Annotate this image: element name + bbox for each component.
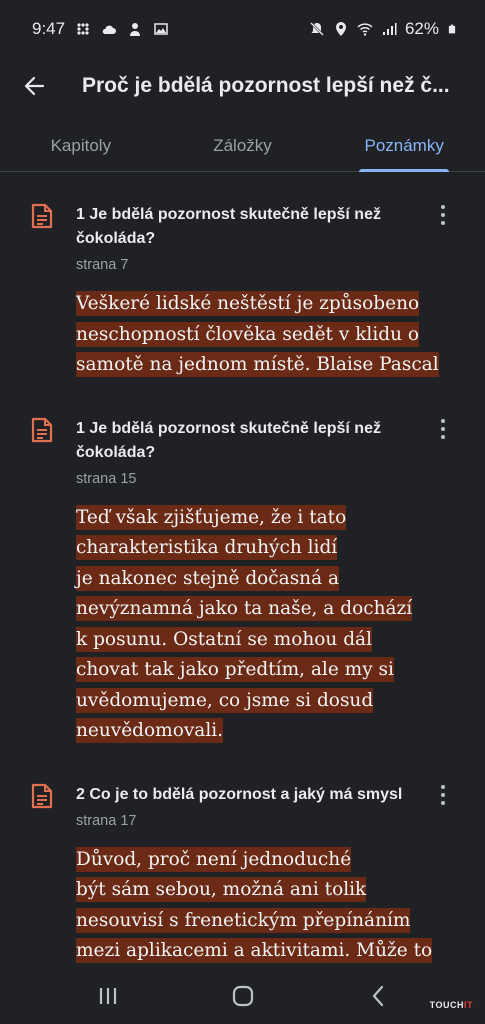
note-quote: Teď však zjišťujeme, že i tato charakter… — [76, 503, 465, 747]
quote-line: nevýznamná jako ta naše, a dochází — [76, 596, 413, 621]
battery-percent: 62% — [404, 19, 439, 38]
note-item[interactable]: 2 Co je to bdělá pozornost a jaký má smy… — [0, 747, 485, 967]
note-quote: Důvod, proč není jednoduché být sám sebo… — [76, 845, 465, 967]
note-item[interactable]: 1 Je bdělá pozornost skutečně lepší než … — [0, 381, 485, 747]
battery-icon — [448, 24, 456, 34]
note-item[interactable]: 1 Je bdělá pozornost skutečně lepší než … — [0, 173, 485, 381]
tab-notes[interactable]: Poznámky — [323, 120, 485, 172]
location-icon — [335, 22, 346, 36]
watermark-suffix: IT — [464, 1000, 473, 1010]
note-document-icon — [31, 417, 53, 442]
note-chapter: 1 Je bdělá pozornost skutečně lepší než … — [76, 206, 381, 247]
quote-line: neschopností člověka sedět v klidu o — [76, 321, 420, 347]
more-options-button[interactable] — [433, 417, 453, 441]
status-bar: 9:47 62% — [0, 0, 485, 58]
mute-icon — [310, 22, 324, 36]
note-document-icon — [31, 783, 53, 808]
note-chapter: 1 Je bdělá pozornost skutečně lepší než … — [76, 419, 381, 461]
note-page: strana 15 — [76, 470, 137, 487]
signal-icon — [382, 23, 397, 35]
person-icon — [130, 23, 141, 36]
tab-bar: Kapitoly Záložky Poznámky — [0, 120, 485, 172]
quote-line: být sám sebou, možná ani tolik — [76, 877, 367, 902]
image-icon — [154, 23, 168, 35]
quote-line: samotě na jednom místě. Blaise Pascal — [76, 352, 439, 377]
quote-line: Teď však zjišťujeme, že i tato — [76, 504, 347, 530]
status-time: 9:47 — [32, 19, 66, 38]
chevron-left-icon — [372, 985, 383, 1006]
home-button[interactable] — [213, 976, 273, 1016]
note-quote: Veškeré lidské neštěstí je způsobeno nes… — [76, 289, 465, 381]
grid-icon — [77, 23, 89, 35]
quote-line: charakteristika druhých lidí — [76, 535, 338, 560]
watermark-prefix: TOUCH — [429, 1000, 464, 1010]
status-left: 9:47 — [32, 19, 169, 39]
back-nav-button[interactable] — [348, 976, 408, 1016]
quote-line: nesouvisí s frenetickým přepínáním — [76, 907, 411, 933]
arrow-back-icon — [24, 76, 45, 96]
quote-line: neuvědomovali. — [76, 718, 224, 743]
note-header: 2 Co je to bdělá pozornost a jaký má smy… — [76, 783, 435, 831]
tab-chapters[interactable]: Kapitoly — [0, 120, 162, 171]
book-title: Proč je bdělá pozornost lepší než č... — [82, 74, 450, 97]
wifi-icon — [357, 23, 373, 36]
more-options-button[interactable] — [433, 203, 453, 227]
home-icon — [232, 985, 253, 1006]
note-document-icon — [31, 203, 53, 229]
note-chapter: 2 Co je to bdělá pozornost a jaký má smy… — [76, 785, 403, 803]
quote-line: k posunu. Ostatní se mohou dál — [76, 626, 372, 652]
quote-line: uvědomujeme, co jsme si dosud — [76, 687, 374, 713]
tab-bookmarks[interactable]: Záložky — [162, 120, 324, 171]
back-button[interactable] — [12, 64, 56, 108]
recents-button[interactable] — [78, 976, 138, 1016]
notes-list: 1 Je bdělá pozornost skutečně lepší než … — [0, 173, 485, 967]
quote-line: Veškeré lidské neštěstí je způsobeno — [76, 291, 420, 316]
note-page: strana 7 — [76, 257, 129, 273]
note-header: 1 Je bdělá pozornost skutečně lepší než … — [76, 203, 435, 275]
recents-icon — [99, 987, 116, 1004]
status-right: 62% — [309, 19, 457, 39]
cloud-icon — [102, 25, 117, 34]
quote-line: chovat tak jako předtím, ale my si — [76, 657, 394, 682]
quote-line: mezi aplikacemi a aktivitami. Může to bý… — [76, 938, 433, 967]
quote-line: je nakonec stejně dočasná a — [76, 565, 340, 591]
note-page: strana 17 — [76, 812, 137, 829]
app-bar: Proč je bdělá pozornost lepší než č... — [0, 58, 485, 114]
watermark-logo: TOUCHIT — [430, 1000, 473, 1010]
note-header: 1 Je bdělá pozornost skutečně lepší než … — [76, 417, 435, 489]
more-options-button[interactable] — [433, 783, 453, 807]
quote-line: Důvod, proč není jednoduché — [76, 846, 352, 872]
system-nav-bar — [0, 967, 485, 1024]
